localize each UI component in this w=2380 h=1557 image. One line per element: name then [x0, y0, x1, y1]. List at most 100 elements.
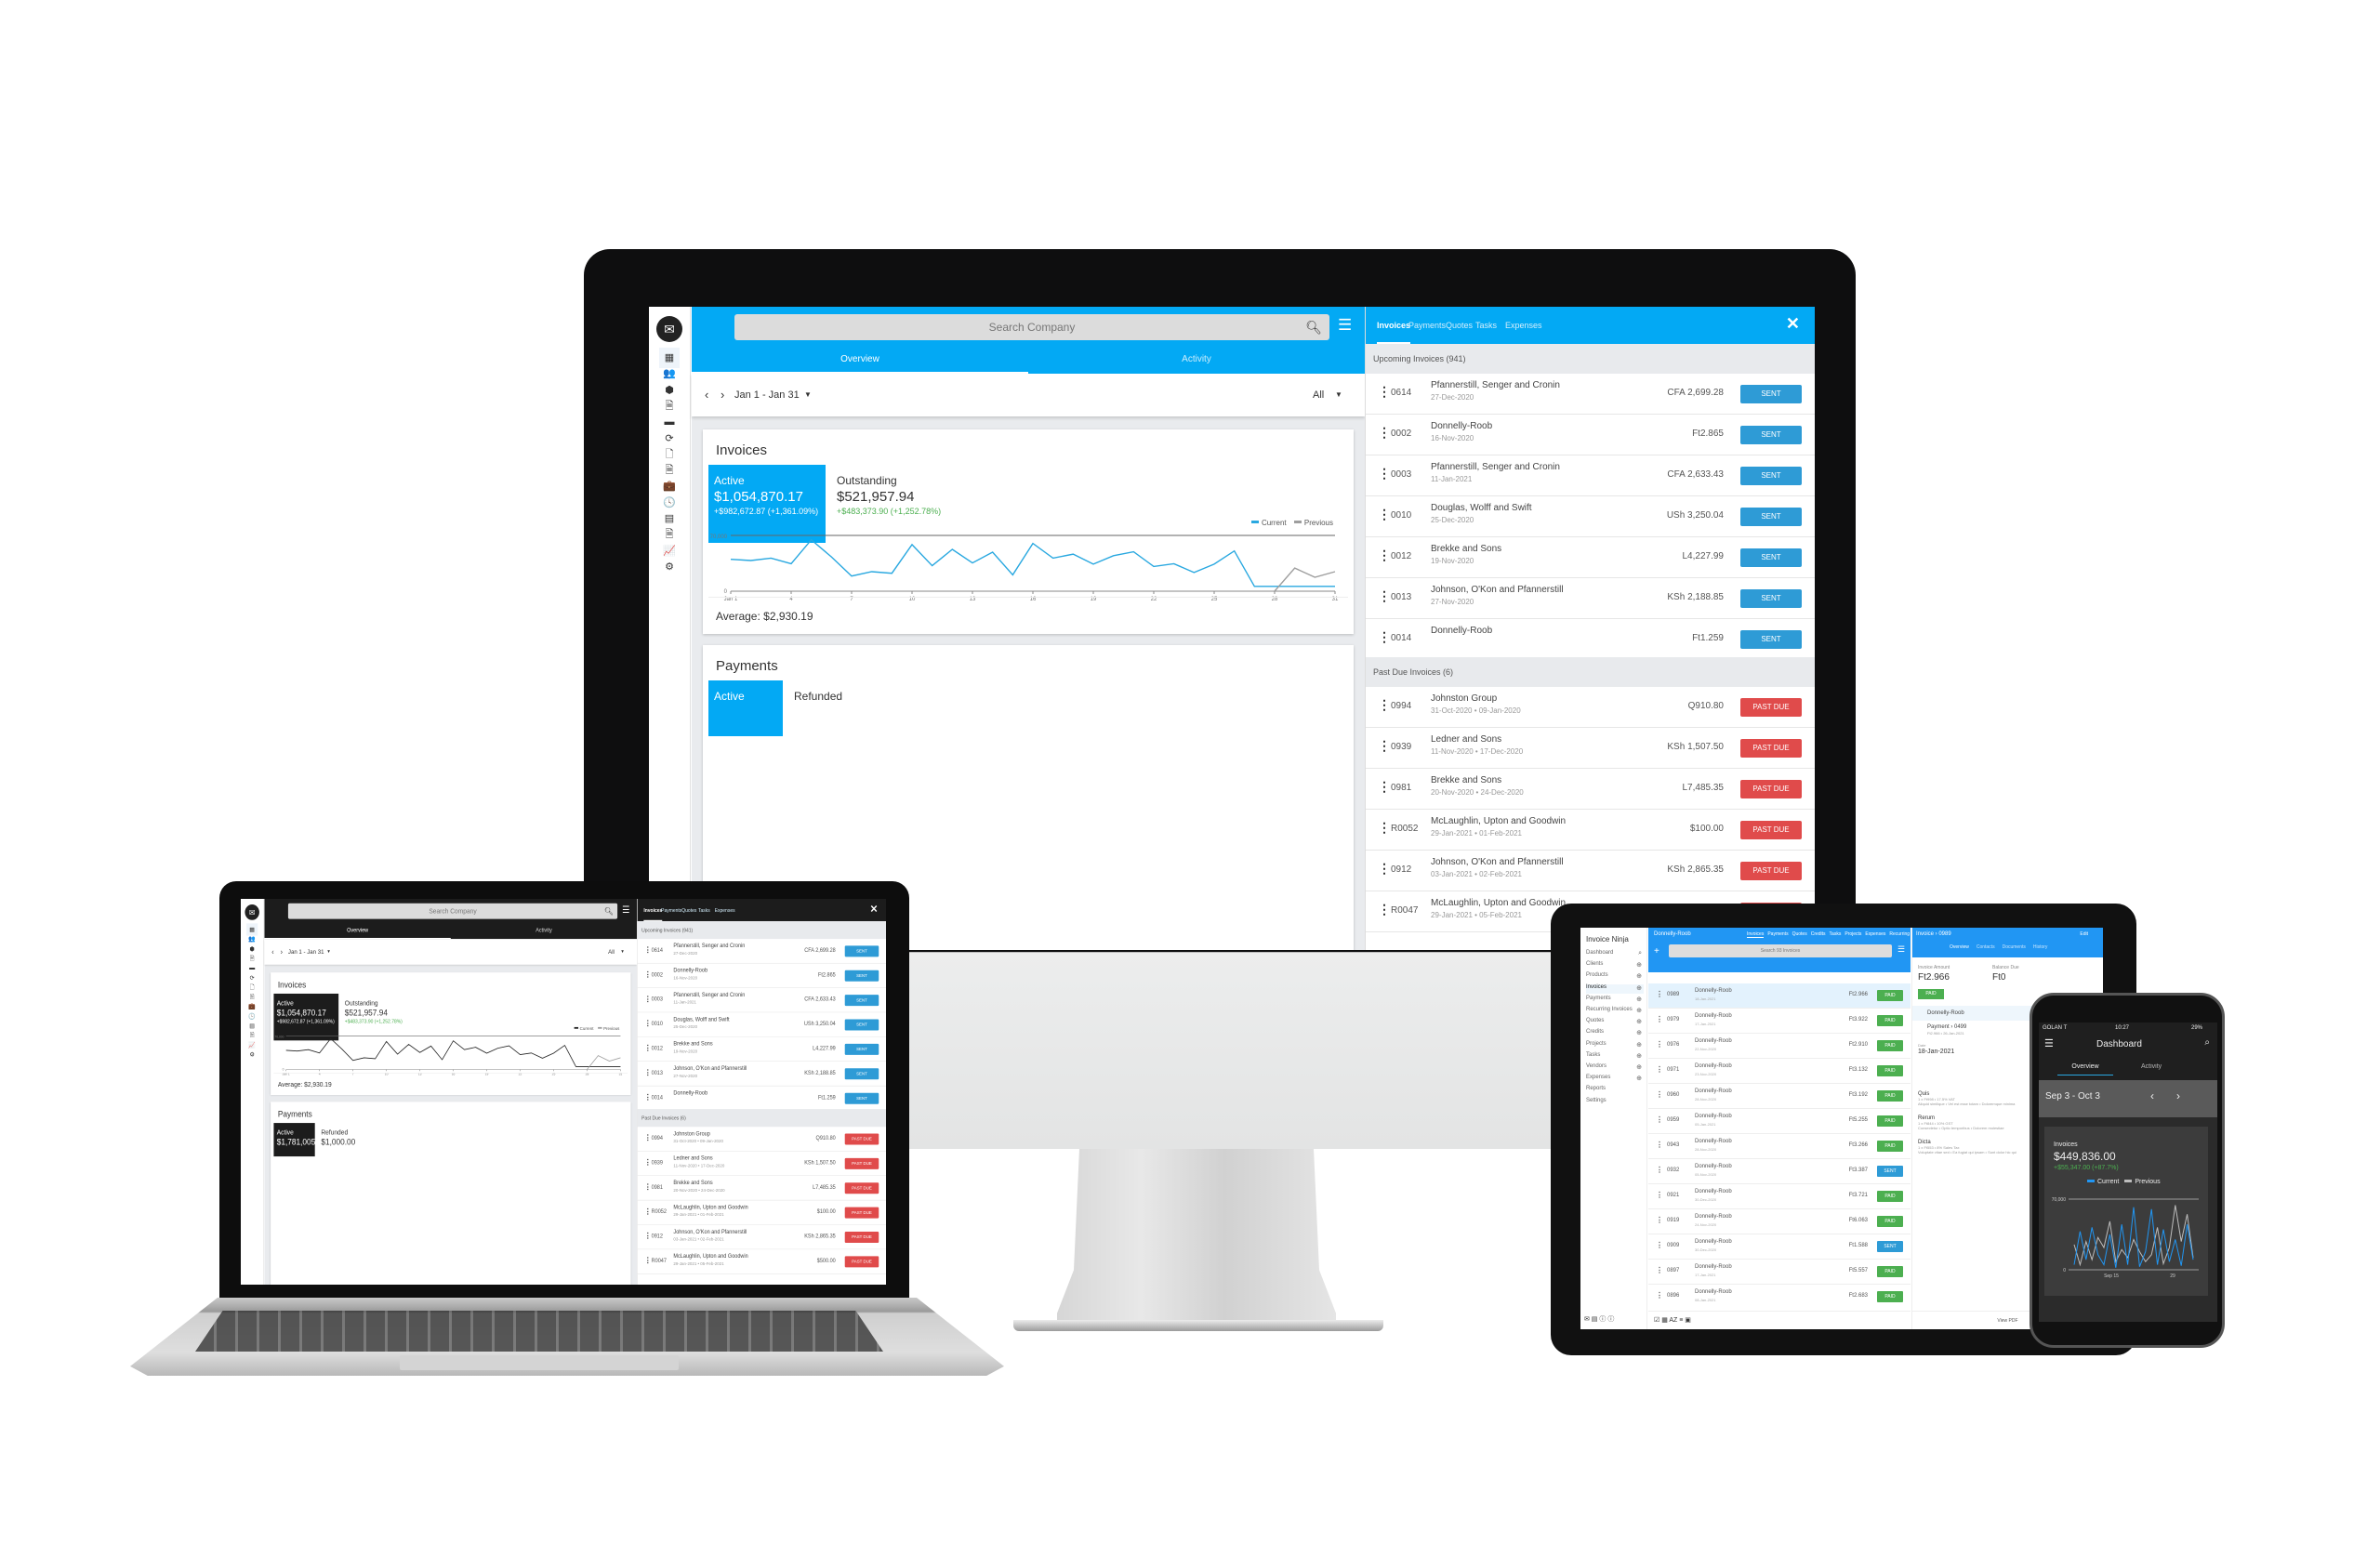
- more-vert-icon[interactable]: ⋮: [644, 1232, 652, 1239]
- more-vert-icon[interactable]: ⋮: [1378, 821, 1391, 834]
- panel-tab-payments[interactable]: Payments: [1408, 307, 1446, 344]
- more-vert-icon[interactable]: ⋮: [1656, 1141, 1663, 1149]
- invoice-row[interactable]: ⋮ 0010 Douglas, Wolff and Swift 25-Dec-2020…: [1366, 496, 1815, 537]
- tab-overview[interactable]: Overview: [692, 346, 1028, 374]
- tab-overview[interactable]: Overview: [2057, 1063, 2113, 1075]
- chevron-left-icon[interactable]: ‹: [2150, 1089, 2154, 1102]
- add-circle-icon[interactable]: ⊕: [1636, 972, 1642, 980]
- invoice-row[interactable]: ⋮ 0002 Donnelly-Roob 16-Nov-2020 Ft2.865 SENT: [1366, 415, 1815, 455]
- invoice-row[interactable]: ⋮ R0047 McLaughlin, Upton and Goodwin 29-Ja…: [637, 1249, 886, 1274]
- nav-item-quotes[interactable]: Quotes ⊕: [1586, 1018, 1644, 1027]
- caret-down-icon[interactable]: ▼: [1335, 374, 1342, 416]
- more-vert-icon[interactable]: ⋮: [644, 1020, 652, 1027]
- more-vert-icon[interactable]: ⋮: [644, 1133, 652, 1141]
- search-input[interactable]: Search 93 Invoices: [1669, 944, 1892, 957]
- detail-tab-history[interactable]: History: [2033, 944, 2048, 950]
- menu-icon[interactable]: ☰: [2044, 1037, 2054, 1049]
- detail-tab-documents[interactable]: Documents: [2003, 944, 2026, 950]
- close-icon[interactable]: ✕: [870, 904, 878, 916]
- nav-item-reports[interactable]: Reports: [1586, 1086, 1644, 1095]
- invoice-row[interactable]: ⋮ 0013 Johnson, O'Kon and Pfannerstill 27-N…: [1366, 578, 1815, 619]
- invoice-row[interactable]: ⋮ R0052 McLaughlin, Upton and Goodwin 29-Ja…: [637, 1200, 886, 1225]
- invoice-row[interactable]: ⋮ 0013 Johnson, O'Kon and Pfannerstill 27-N…: [637, 1062, 886, 1087]
- invoice-row[interactable]: ⋮ 0003 Pfannerstill, Senger and Cronin 11-J…: [637, 987, 886, 1013]
- invoice-row[interactable]: ⋮ 0943 Donnelly-Roob 28-Nov-2020 Ft3.266 PAID: [1648, 1134, 1911, 1159]
- tablet-tab-credits[interactable]: Credits: [1811, 931, 1826, 937]
- more-vert-icon[interactable]: ⋮: [1656, 990, 1663, 998]
- nav-item-projects[interactable]: Projects ⊕: [1586, 1041, 1644, 1050]
- date-range-select[interactable]: Jan 1 - Jan 31: [288, 939, 324, 965]
- refunded-stat[interactable]: Refunded: [788, 680, 848, 759]
- more-vert-icon[interactable]: ⋮: [1378, 548, 1391, 561]
- nav-item-invoices[interactable]: Invoices ⊕: [1586, 983, 1644, 994]
- invoice-row[interactable]: ⋮ R0052 McLaughlin, Upton and Goodwin 29-Ja…: [1366, 810, 1815, 851]
- more-vert-icon[interactable]: ⋮: [644, 1068, 652, 1075]
- detail-tab-overview[interactable]: Overview: [1950, 944, 1969, 950]
- tab-overview[interactable]: Overview: [264, 922, 451, 940]
- search-input[interactable]: Search Company 🔍︎: [287, 903, 618, 919]
- more-vert-icon[interactable]: ⋮: [1656, 1040, 1663, 1049]
- invoice-row[interactable]: ⋮ 0912 Johnson, O'Kon and Pfannerstill 03-J…: [1366, 851, 1815, 891]
- filter-select[interactable]: All: [608, 939, 615, 965]
- more-vert-icon[interactable]: ⋮: [1656, 1291, 1663, 1300]
- more-vert-icon[interactable]: ⋮: [644, 1207, 652, 1215]
- tab-activity[interactable]: Activity: [2141, 1063, 2162, 1070]
- chevron-left-icon[interactable]: ‹: [271, 939, 273, 965]
- detail-tab-contacts[interactable]: Contacts: [1977, 944, 1995, 950]
- caret-down-icon[interactable]: ▼: [326, 939, 330, 965]
- more-vert-icon[interactable]: ⋮: [1378, 508, 1391, 521]
- panel-tab-tasks[interactable]: Tasks: [698, 899, 710, 921]
- add-icon[interactable]: +: [1654, 946, 1659, 957]
- edit-button[interactable]: Edit: [2080, 931, 2088, 937]
- chevron-right-icon[interactable]: ›: [2176, 1089, 2180, 1102]
- date-range-select[interactable]: Jan 1 - Jan 31: [734, 374, 800, 416]
- active-stat[interactable]: Active: [708, 680, 783, 736]
- add-circle-icon[interactable]: ⊕: [1636, 984, 1642, 992]
- more-vert-icon[interactable]: ⋮: [1656, 1191, 1663, 1199]
- more-vert-icon[interactable]: ⋮: [644, 1256, 652, 1263]
- nav-item-dashboard[interactable]: Dashboard ⌕: [1586, 950, 1644, 959]
- invoice-row[interactable]: ⋮ 0921 Donnelly-Roob 30-Dec-2020 Ft3.721 PAID: [1648, 1184, 1911, 1209]
- tablet-tab-payments[interactable]: Payments: [1767, 931, 1788, 937]
- invoice-row[interactable]: ⋮ 0896 Donnelly-Roob 08-Jan-2021 Ft2.683 PAID: [1648, 1285, 1911, 1309]
- invoice-row[interactable]: ⋮ 0960 Donnelly-Roob 28-Nov-2020 Ft3.192 PAID: [1648, 1084, 1911, 1109]
- list-toolbar[interactable]: ☑ ▦ AZ ≡ ▣: [1648, 1311, 1911, 1329]
- search-icon[interactable]: ⌕: [1638, 950, 1642, 957]
- invoice-row[interactable]: ⋮ 0939 Ledner and Sons 11-Nov-2020 • 17-Dec…: [637, 1151, 886, 1177]
- refunded-stat[interactable]: Refunded $1,000.00: [318, 1123, 359, 1169]
- invoice-row[interactable]: ⋮ 0994 Johnston Group 31-Oct-2020 • 09-Jan-…: [637, 1127, 886, 1152]
- more-vert-icon[interactable]: ⋮: [1378, 385, 1391, 398]
- more-vert-icon[interactable]: ⋮: [1656, 1241, 1663, 1249]
- more-vert-icon[interactable]: ⋮: [644, 1158, 652, 1166]
- tablet-top-tabs[interactable]: Invoices Payments Quotes Credits Tasks Projec…: [1747, 931, 1937, 938]
- more-vert-icon[interactable]: ⋮: [644, 1044, 652, 1051]
- nav-item-settings[interactable]: Settings: [1586, 1098, 1644, 1107]
- more-vert-icon[interactable]: ⋮: [644, 1182, 652, 1190]
- add-circle-icon[interactable]: ⊕: [1636, 1075, 1642, 1082]
- invoice-row[interactable]: ⋮ 0994 Johnston Group 31-Oct-2020 • 09-Jan-…: [1366, 687, 1815, 728]
- invoice-row[interactable]: ⋮ 0989 Donnelly-Roob 18-Jan-2021 Ft2.966 PAID: [1648, 983, 1911, 1009]
- more-vert-icon[interactable]: ⋮: [1656, 1065, 1663, 1074]
- tablet-tab-tasks[interactable]: Tasks: [1830, 931, 1842, 937]
- nav-item-products[interactable]: Products ⊕: [1586, 972, 1644, 982]
- panel-tab-tasks[interactable]: Tasks: [1475, 307, 1497, 344]
- add-circle-icon[interactable]: ⊕: [1636, 961, 1642, 969]
- invoice-row[interactable]: ⋮ 0003 Pfannerstill, Senger and Cronin 11-J…: [1366, 455, 1815, 496]
- menu-icon[interactable]: ☰: [1897, 944, 1905, 955]
- settings-icon[interactable]: ⚙: [246, 1049, 258, 1061]
- add-circle-icon[interactable]: ⊕: [1636, 1018, 1642, 1025]
- more-vert-icon[interactable]: ⋮: [1378, 630, 1391, 643]
- more-vert-icon[interactable]: ⋮: [644, 995, 652, 1002]
- payment-link[interactable]: Payment › 0499: [1927, 1024, 1966, 1030]
- more-vert-icon[interactable]: ⋮: [1656, 1166, 1663, 1174]
- panel-tab-quotes[interactable]: Quotes: [681, 899, 696, 921]
- invoice-row[interactable]: ⋮ 0971 Donnelly-Roob 23-Nov-2020 Ft3.132 PAID: [1648, 1059, 1911, 1084]
- caret-down-icon[interactable]: ▼: [804, 374, 812, 416]
- add-circle-icon[interactable]: ⊕: [1636, 1063, 1642, 1071]
- invoice-row[interactable]: ⋮ 0959 Donnelly-Roob 05-Jan-2021 Ft5.255 PAID: [1648, 1109, 1911, 1134]
- nav-item-tasks[interactable]: Tasks ⊕: [1586, 1052, 1644, 1062]
- tab-activity[interactable]: Activity: [1028, 346, 1365, 374]
- tablet-tab-invoices[interactable]: Invoices: [1747, 931, 1765, 938]
- invoice-row[interactable]: ⋮ 0897 Donnelly-Roob 17-Jan-2021 Ft5.557 PAID: [1648, 1260, 1911, 1285]
- chevron-left-icon[interactable]: ‹: [705, 374, 708, 416]
